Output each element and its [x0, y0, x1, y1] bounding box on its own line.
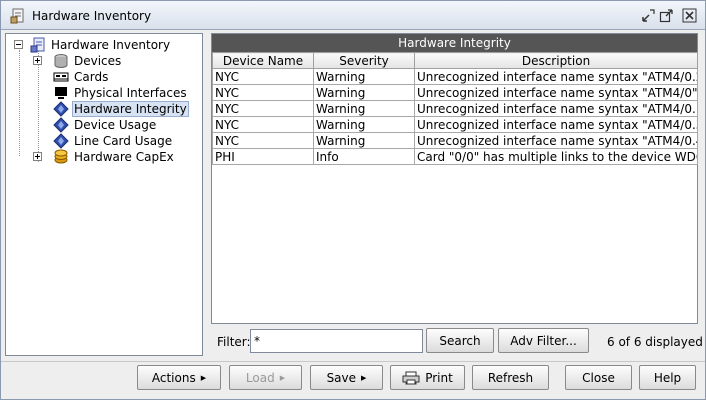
filter-input[interactable] [250, 329, 423, 353]
column-header-severity[interactable]: Severity [313, 52, 415, 69]
table-row[interactable]: NYC Warning Unrecognized interface name … [212, 84, 698, 101]
cylinder-icon [54, 54, 68, 68]
save-button[interactable]: Save ▶ [310, 365, 383, 390]
tree-item-cards[interactable]: Cards [53, 69, 110, 85]
cell-device-name: NYC [212, 116, 314, 133]
tree-item-label: Physical Interfaces [74, 86, 187, 100]
close-button-label: Close [582, 370, 615, 385]
cell-description: Card "0/0" has multiple links to the dev… [414, 148, 698, 165]
column-header-device-name[interactable]: Device Name [212, 52, 314, 69]
cell-device-name: NYC [212, 100, 314, 117]
hardware-integrity-panel: Hardware Integrity Device Name Severity … [211, 33, 698, 324]
cell-severity: Warning [313, 116, 415, 133]
adv-filter-button-label: Adv Filter... [510, 333, 577, 348]
monitor-icon [55, 87, 67, 99]
tree-item-hardware-capex[interactable]: Hardware CapEx [53, 149, 176, 165]
inventory-icon [30, 37, 45, 53]
adv-filter-button[interactable]: Adv Filter... [498, 328, 589, 353]
caret-right-icon: ▶ [200, 373, 207, 382]
cell-severity: Warning [313, 84, 415, 101]
card-icon [53, 72, 69, 82]
divider [1, 361, 705, 362]
help-button-label: Help [653, 370, 682, 385]
display-count: 6 of 6 displayed [607, 335, 703, 349]
diamond-icon [53, 133, 69, 149]
save-button-label: Save [326, 370, 357, 385]
tree-item-label: Device Usage [74, 118, 157, 132]
table-row[interactable]: NYC Warning Unrecognized interface name … [212, 100, 698, 117]
tree-guide-line [38, 50, 39, 162]
cell-severity: Warning [313, 132, 415, 149]
diamond-icon [53, 117, 69, 133]
help-button[interactable]: Help [639, 365, 696, 390]
tree-item-label: Devices [74, 54, 122, 68]
cell-severity: Warning [313, 68, 415, 85]
cell-device-name: NYC [212, 132, 314, 149]
table-header-row: Device Name Severity Description [212, 52, 698, 69]
window-title: Hardware Inventory [32, 9, 152, 23]
tree-item-line-card-usage[interactable]: Line Card Usage [53, 133, 174, 149]
title-bar[interactable]: Hardware Inventory [1, 1, 705, 30]
cell-description: Unrecognized interface name syntax "ATM4… [414, 100, 698, 117]
load-button-label: Load [245, 370, 275, 385]
hardware-inventory-window: Hardware Inventory Hardware Inventory De… [0, 0, 706, 400]
navigation-tree: Hardware Inventory Devices Cards Physica… [5, 33, 203, 356]
maximize-icon[interactable] [659, 8, 674, 23]
print-button-label: Print [425, 370, 453, 385]
tree-root[interactable]: Hardware Inventory [30, 37, 172, 53]
tree-item-physical-interfaces[interactable]: Physical Interfaces [53, 85, 189, 101]
cell-device-name: PHI [212, 148, 314, 165]
tree-root-label: Hardware Inventory [51, 38, 171, 52]
search-button[interactable]: Search [426, 328, 494, 353]
minimize-icon[interactable] [641, 8, 656, 23]
close-button[interactable]: Close [565, 365, 632, 390]
refresh-button[interactable]: Refresh [472, 365, 549, 390]
tree-expand-toggle[interactable] [33, 56, 42, 65]
filter-label: Filter: [217, 335, 251, 349]
caret-right-icon: ▶ [279, 373, 286, 382]
diamond-icon [53, 101, 69, 117]
tree-item-device-usage[interactable]: Device Usage [53, 117, 158, 133]
refresh-button-label: Refresh [487, 370, 534, 385]
tree-collapse-toggle[interactable] [14, 40, 23, 49]
cell-device-name: NYC [212, 68, 314, 85]
print-button[interactable]: Print [390, 365, 465, 390]
table-title: Hardware Integrity [212, 34, 697, 52]
printer-icon [402, 371, 420, 384]
tree-expand-toggle[interactable] [33, 152, 42, 161]
cell-description: Unrecognized interface name syntax "ATM4… [414, 132, 698, 149]
load-button[interactable]: Load ▶ [229, 365, 302, 390]
tree-item-label: Line Card Usage [74, 134, 173, 148]
integrity-table: Device Name Severity Description NYC War… [212, 52, 698, 165]
search-button-label: Search [439, 333, 481, 348]
coins-icon [54, 149, 68, 164]
cell-severity: Info [313, 148, 415, 165]
column-header-description[interactable]: Description [414, 52, 698, 69]
close-icon[interactable] [682, 8, 697, 23]
actions-button-label: Actions [151, 370, 196, 385]
cell-description: Unrecognized interface name syntax "ATM4… [414, 84, 698, 101]
tree-guide-line [19, 50, 20, 156]
table-row[interactable]: NYC Warning Unrecognized interface name … [212, 132, 698, 149]
cell-description: Unrecognized interface name syntax "ATM4… [414, 68, 698, 85]
table-row[interactable]: NYC Warning Unrecognized interface name … [212, 68, 698, 85]
tree-item-label: Cards [74, 70, 109, 84]
cell-severity: Warning [313, 100, 415, 117]
cell-description: Unrecognized interface name syntax "ATM4… [414, 116, 698, 133]
inventory-icon [10, 8, 24, 24]
tree-item-label: Hardware CapEx [74, 150, 174, 164]
caret-right-icon: ▶ [361, 373, 367, 382]
actions-button[interactable]: Actions ▶ [137, 365, 221, 390]
table-row[interactable]: NYC Warning Unrecognized interface name … [212, 116, 698, 133]
tree-item-hardware-integrity[interactable]: Hardware Integrity [53, 101, 189, 117]
cell-device-name: NYC [212, 84, 314, 101]
tree-item-devices[interactable]: Devices [53, 53, 123, 69]
table-row[interactable]: PHI Info Card "0/0" has multiple links t… [212, 148, 698, 165]
tree-item-label: Hardware Integrity [72, 101, 189, 117]
